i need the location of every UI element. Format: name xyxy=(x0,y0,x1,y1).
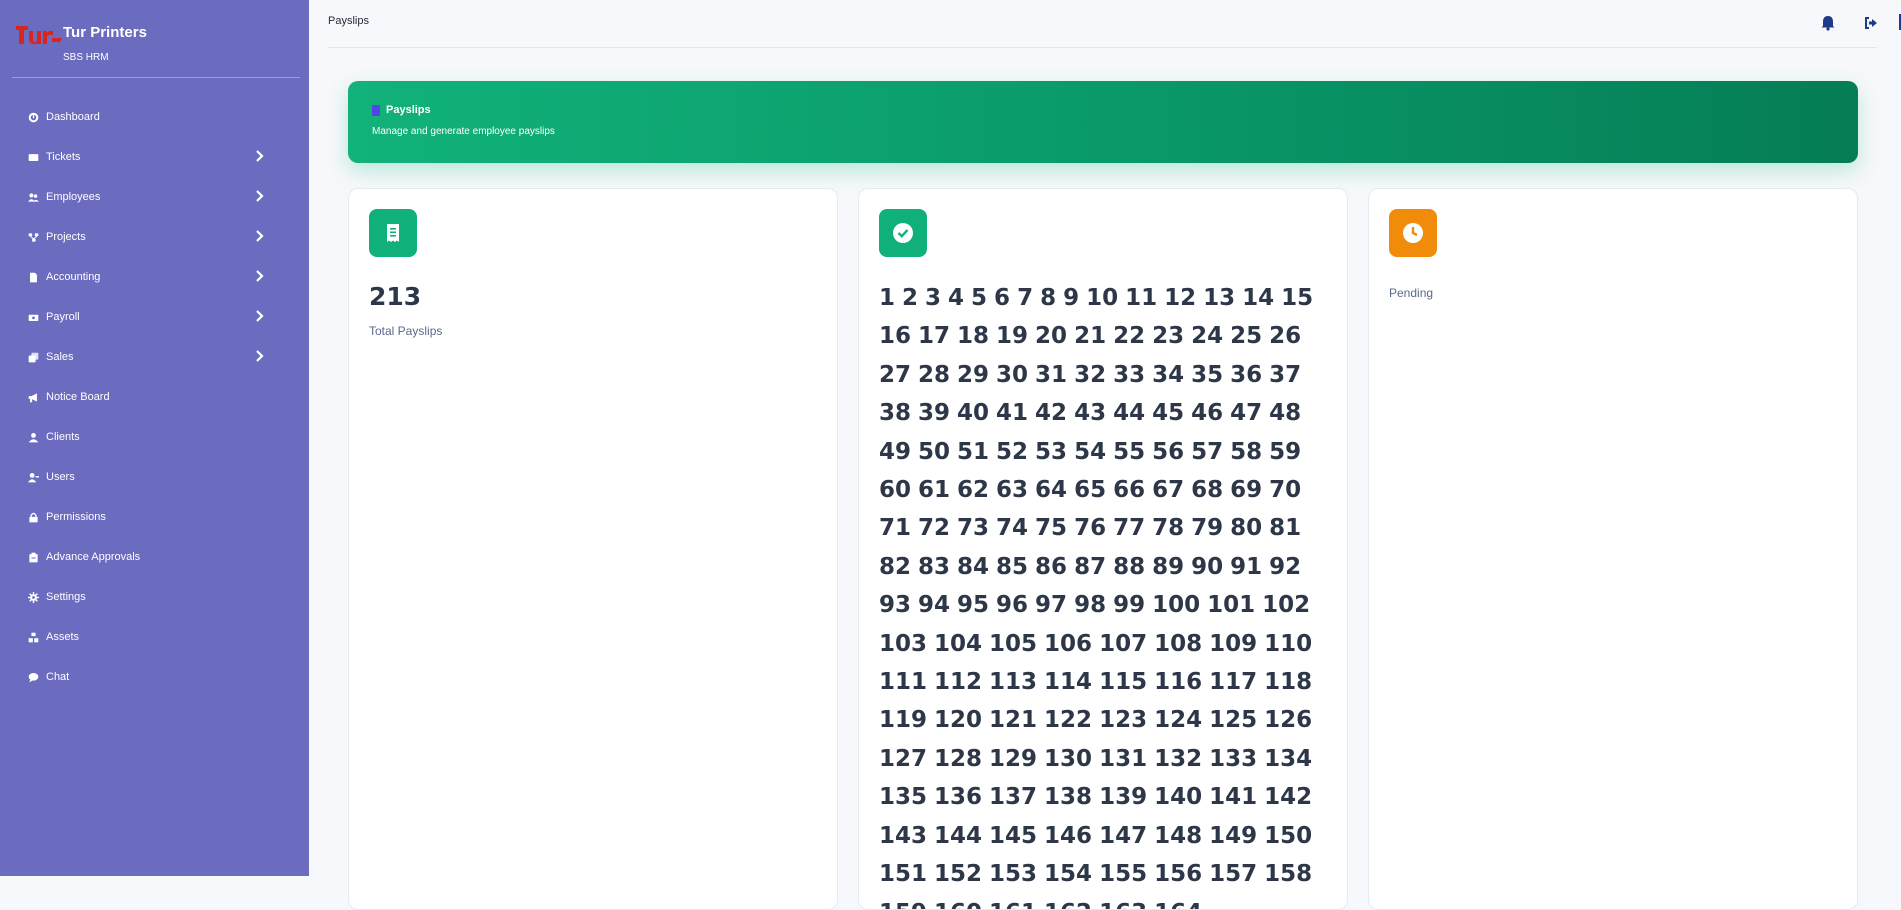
sidebar: Tur Printers SBS HRM Dashboard Tickets E… xyxy=(0,0,309,876)
stat-card-pending: Pending xyxy=(1368,188,1858,910)
lock-icon xyxy=(26,510,40,524)
sidebar-item-label: Clients xyxy=(46,431,80,443)
sidebar-nav: Dashboard Tickets Employees Projects Acc… xyxy=(0,97,309,697)
sidebar-item-accounting[interactable]: Accounting xyxy=(0,257,309,297)
gear-icon xyxy=(26,590,40,604)
page-header-banner: Payslips Manage and generate employee pa… xyxy=(348,81,1858,163)
megaphone-icon xyxy=(26,390,40,404)
brand-name: Tur Printers xyxy=(63,24,147,41)
stat-card-approved: 1 2 3 4 5 6 7 8 9 10 11 12 13 14 15 16 1… xyxy=(858,188,1348,910)
divider xyxy=(12,77,300,78)
sidebar-item-label: Permissions xyxy=(46,511,106,523)
assets-icon xyxy=(26,630,40,644)
sidebar-item-chat[interactable]: Chat xyxy=(0,657,309,697)
stat-card-total: 213 Total Payslips xyxy=(348,188,838,910)
sidebar-item-users[interactable]: Users xyxy=(0,457,309,497)
ticket-icon xyxy=(26,150,40,164)
sidebar-item-tickets[interactable]: Tickets xyxy=(0,137,309,177)
accounting-icon xyxy=(26,270,40,284)
dashboard-icon xyxy=(26,110,40,124)
clipboard-icon xyxy=(26,550,40,564)
brand-subtitle: SBS HRM xyxy=(63,52,109,63)
check-circle-icon xyxy=(879,209,927,257)
banner-title: Payslips xyxy=(386,104,431,116)
divider xyxy=(328,47,1877,48)
users-icon xyxy=(26,470,40,484)
chat-icon xyxy=(26,670,40,684)
sidebar-item-label: Settings xyxy=(46,591,86,603)
stat-label: Total Payslips xyxy=(369,324,443,338)
banner-subtitle: Manage and generate employee payslips xyxy=(372,126,555,137)
chevron-right-icon[interactable] xyxy=(254,230,266,244)
payroll-icon xyxy=(26,310,40,324)
sidebar-item-label: Employees xyxy=(46,191,101,203)
stat-value: 213 xyxy=(369,282,422,311)
logout-icon[interactable] xyxy=(1863,15,1879,31)
chevron-right-icon[interactable] xyxy=(254,190,266,204)
chevron-right-icon[interactable] xyxy=(254,150,266,164)
bell-icon[interactable] xyxy=(1820,15,1836,31)
sidebar-item-label: Dashboard xyxy=(46,111,100,123)
stat-value-list: 1 2 3 4 5 6 7 8 9 10 11 12 13 14 15 16 1… xyxy=(879,285,1314,909)
chevron-right-icon[interactable] xyxy=(254,310,266,324)
employees-icon xyxy=(26,190,40,204)
sidebar-item-payroll[interactable]: Payroll xyxy=(0,297,309,337)
topbar: Payslips xyxy=(309,0,1901,48)
sidebar-item-advance-approvals[interactable]: Advance Approvals xyxy=(0,537,309,577)
sidebar-item-assets[interactable]: Assets xyxy=(0,617,309,657)
sidebar-item-permissions[interactable]: Permissions xyxy=(0,497,309,537)
sidebar-item-label: Accounting xyxy=(46,271,101,283)
clock-icon xyxy=(1389,209,1437,257)
sidebar-item-label: Notice Board xyxy=(46,391,110,403)
company-logo xyxy=(16,26,62,45)
banner-title-row: Payslips xyxy=(372,104,431,116)
sidebar-item-label: Users xyxy=(46,471,75,483)
receipt-icon xyxy=(369,209,417,257)
sidebar-item-employees[interactable]: Employees xyxy=(0,177,309,217)
sidebar-item-label: Projects xyxy=(46,231,86,243)
chevron-right-icon[interactable] xyxy=(254,350,266,364)
sidebar-item-label: Advance Approvals xyxy=(46,551,141,563)
sidebar-item-projects[interactable]: Projects xyxy=(0,217,309,257)
sidebar-item-label: Assets xyxy=(46,631,80,643)
client-icon xyxy=(26,430,40,444)
document-icon xyxy=(372,104,380,116)
sidebar-item-label: Chat xyxy=(46,671,70,683)
sales-icon xyxy=(26,350,40,364)
sidebar-item-label: Tickets xyxy=(46,151,81,163)
sidebar-item-dashboard[interactable]: Dashboard xyxy=(0,97,309,137)
sidebar-item-notice-board[interactable]: Notice Board xyxy=(0,377,309,417)
sidebar-item-settings[interactable]: Settings xyxy=(0,577,309,617)
page-title: Payslips xyxy=(328,15,369,27)
chevron-right-icon[interactable] xyxy=(254,270,266,284)
stat-label: Pending xyxy=(1389,286,1434,300)
sidebar-item-clients[interactable]: Clients xyxy=(0,417,309,457)
sidebar-item-label: Sales xyxy=(46,351,74,363)
projects-icon xyxy=(26,230,40,244)
sidebar-item-label: Payroll xyxy=(46,311,80,323)
sidebar-item-sales[interactable]: Sales xyxy=(0,337,309,377)
